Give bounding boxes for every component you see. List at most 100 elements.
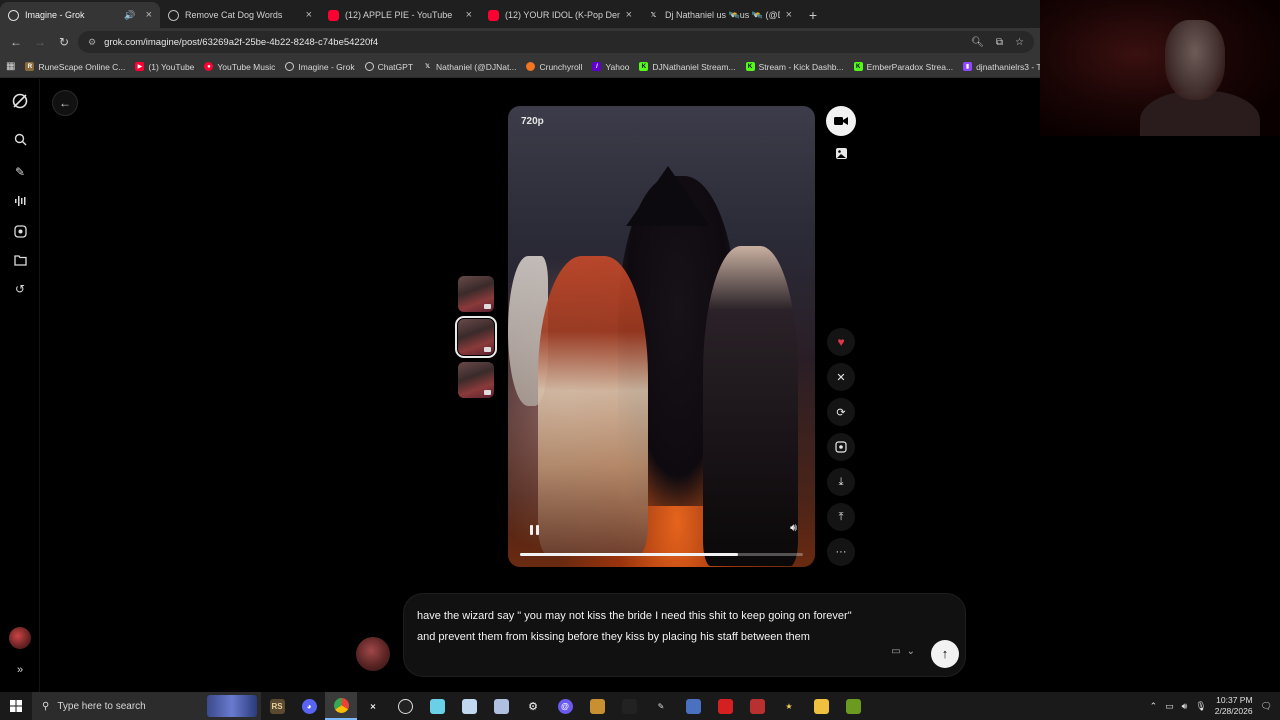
proton-icon[interactable]: @ <box>549 692 581 720</box>
tab-apple-pie-youtube[interactable]: (12) APPLE PIE - YouTube × <box>320 2 480 28</box>
upload-icon: ⤒ <box>838 510 844 523</box>
apps-icon[interactable]: ▦ <box>6 61 15 72</box>
microphone-icon[interactable]: 🎙︎ <box>1195 701 1206 712</box>
install-app-icon[interactable]: ⧉ <box>996 37 1003 48</box>
forward-icon[interactable]: → <box>30 32 50 52</box>
tab-title: Imagine - Grok <box>25 10 85 20</box>
bookmark-emberparadox[interactable]: K EmberParadox Strea... <box>853 62 953 72</box>
video-mode-button[interactable] <box>826 106 856 136</box>
bookmark-runescape[interactable]: R RuneScape Online C... <box>25 62 125 72</box>
video-player[interactable]: 720p 🔊︎ <box>508 106 815 567</box>
download-button[interactable]: ⤓ <box>827 468 855 496</box>
imagine-icon[interactable] <box>10 221 30 241</box>
volume-icon[interactable]: 🔊︎ <box>790 522 797 535</box>
new-tab-button[interactable]: + <box>800 2 826 28</box>
history-icon[interactable]: ↺ <box>10 279 30 299</box>
search-icon[interactable] <box>10 129 30 149</box>
seek-bar[interactable] <box>520 553 803 556</box>
prompt-input[interactable]: have the wizard say " you may not kiss t… <box>403 593 966 677</box>
app-icon[interactable] <box>453 692 485 720</box>
volume-icon[interactable]: 🔊︎ <box>1182 701 1188 712</box>
thumbnail-1[interactable] <box>458 276 494 312</box>
more-options-button[interactable]: ··· <box>827 538 855 566</box>
star-icon[interactable]: ★ <box>773 692 805 720</box>
app-icon[interactable] <box>613 692 645 720</box>
capcut-icon[interactable]: ⨯ <box>357 692 389 720</box>
bookmark-djnathaniel-kick[interactable]: K DJNathaniel Stream... <box>639 61 736 72</box>
obs-icon[interactable] <box>389 692 421 720</box>
back-button[interactable]: ← <box>52 90 78 116</box>
folder-icon[interactable] <box>10 250 30 270</box>
close-icon[interactable]: × <box>786 9 792 21</box>
send-button[interactable]: ↑ <box>931 640 959 668</box>
video-icon <box>484 390 491 395</box>
star-icon[interactable]: ☆ <box>1015 37 1024 48</box>
tab-imagine-grok[interactable]: Imagine - Grok 🔊 × <box>0 2 160 28</box>
file-explorer-icon[interactable] <box>805 692 837 720</box>
bookmark-imagine-grok[interactable]: Imagine - Grok <box>285 62 355 72</box>
network-icon[interactable]: ▭ <box>1165 701 1174 712</box>
browser-toolbar: ← → ↻ ⚙ grok.com/imagine/post/63269a2f-2… <box>0 28 1040 56</box>
close-icon[interactable]: × <box>146 9 152 21</box>
bookmark-yahoo[interactable]: / Yahoo <box>592 62 629 72</box>
clock-time: 10:37 PM <box>1216 695 1253 705</box>
app-icon[interactable] <box>581 692 613 720</box>
acrobat-icon[interactable] <box>709 692 741 720</box>
speaker-icon[interactable]: 🔊 <box>124 10 135 21</box>
chevron-up-icon[interactable]: ⌃ <box>1150 701 1158 712</box>
bookmark-label: DJNathaniel Stream... <box>652 61 736 72</box>
tab-dj-nathaniel-x[interactable]: 𝕏 Dj Nathaniel us 🛰️us 🛰️ (@DJN × <box>640 2 800 28</box>
bookmark-x-nathaniel[interactable]: 𝕏 Nathaniel (@DJNat... <box>423 62 516 72</box>
back-icon[interactable]: ← <box>6 32 26 52</box>
zoom-icon[interactable]: 🔍︎ <box>971 37 984 48</box>
app-icon[interactable] <box>837 692 869 720</box>
edit-icon[interactable]: ✎ <box>10 162 30 182</box>
bookmark-crunchyroll[interactable]: Crunchyroll <box>526 62 582 72</box>
like-button[interactable]: ♥ <box>827 328 855 356</box>
reload-icon[interactable]: ↻ <box>54 32 74 52</box>
regenerate-button[interactable]: ⟳ <box>827 398 855 426</box>
thumbnail-3[interactable] <box>458 362 494 398</box>
edit-image-button[interactable] <box>827 433 855 461</box>
clock[interactable]: 10:37 PM 2/28/2026 <box>1215 695 1253 717</box>
app-icon[interactable] <box>741 692 773 720</box>
bookmark-kick-dashboard[interactable]: K Stream - Kick Dashb... <box>745 62 844 72</box>
voice-icon[interactable] <box>10 191 30 211</box>
app-icon[interactable] <box>485 692 517 720</box>
runescape-taskbar-icon[interactable]: RS <box>261 692 293 720</box>
tab-your-idol-youtube[interactable]: (12) YOUR IDOL (K-Pop Demon × <box>480 2 640 28</box>
notepad-icon[interactable] <box>421 692 453 720</box>
share-button[interactable]: ⤒ <box>827 503 855 531</box>
pen-icon[interactable]: ✎ <box>645 692 677 720</box>
tab-remove-cat-dog-words[interactable]: Remove Cat Dog Words × <box>160 2 320 28</box>
calculator-icon[interactable] <box>677 692 709 720</box>
prompt-text[interactable]: have the wizard say " you may not kiss t… <box>417 606 862 647</box>
grok-logo-icon[interactable] <box>10 91 30 111</box>
thumbnail-2[interactable] <box>455 316 497 358</box>
bookmark-label: Yahoo <box>605 61 630 72</box>
video-icon <box>484 304 491 309</box>
bookmark-chatgpt[interactable]: ChatGPT <box>364 62 413 72</box>
close-icon[interactable]: × <box>626 9 632 21</box>
expand-sidebar-icon[interactable]: » <box>10 660 30 680</box>
taskbar-search[interactable]: ⚲ Type here to search <box>32 692 261 720</box>
discord-icon[interactable]: ◕ <box>293 692 325 720</box>
notifications-icon[interactable]: 🗨︎ <box>1261 701 1272 712</box>
seek-progress <box>520 553 738 556</box>
address-bar[interactable]: ⚙ grok.com/imagine/post/63269a2f-25be-4b… <box>78 31 1034 53</box>
grok-icon <box>8 9 19 21</box>
avatar[interactable] <box>9 627 31 649</box>
chrome-icon[interactable] <box>325 692 357 720</box>
image-mode-button[interactable] <box>827 139 855 167</box>
site-info-icon[interactable]: ⚙ <box>88 37 96 48</box>
windows-start-button[interactable] <box>0 692 32 720</box>
share-x-button[interactable]: ✕ <box>827 363 855 391</box>
bookmark-youtube-music[interactable]: ● YouTube Music <box>204 62 275 72</box>
kick-icon: K <box>745 62 755 71</box>
close-icon[interactable]: × <box>466 9 472 21</box>
pause-button[interactable] <box>526 522 542 538</box>
close-icon[interactable]: × <box>306 9 312 21</box>
mode-selector[interactable]: ▭ ⌄ <box>891 642 915 663</box>
bookmark-youtube[interactable]: ▶ (1) YouTube <box>135 62 194 72</box>
settings-icon[interactable]: ⚙ <box>517 692 549 720</box>
